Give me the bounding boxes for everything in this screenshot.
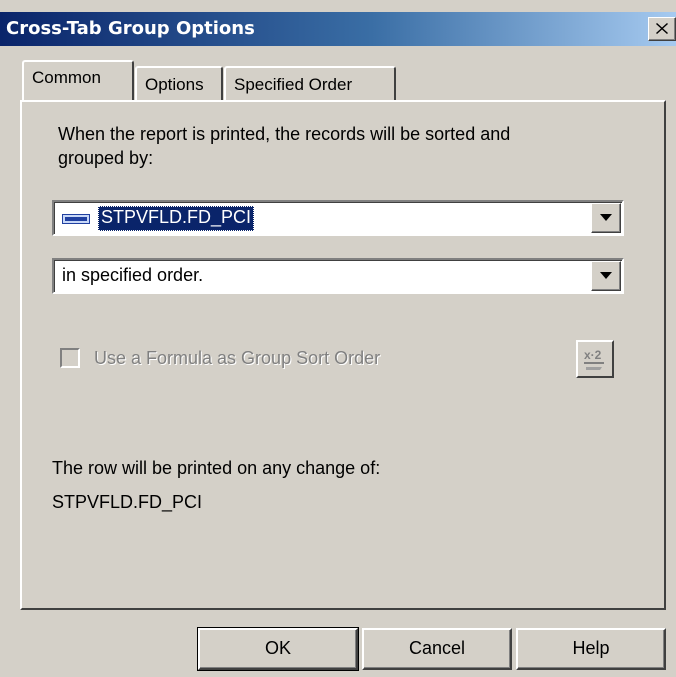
- title-bar[interactable]: Cross-Tab Group Options: [0, 12, 676, 46]
- sort-group-label-line1: When the report is printed, the records …: [58, 124, 511, 144]
- window-title: Cross-Tab Group Options: [6, 18, 255, 39]
- ok-button[interactable]: OK: [197, 627, 359, 671]
- group-field-dropdown-button[interactable]: [591, 203, 621, 233]
- svg-text:x·2: x·2: [584, 348, 602, 362]
- change-field-value: STPVFLD.FD_PCI: [52, 492, 203, 512]
- help-button[interactable]: Help: [516, 628, 666, 670]
- cancel-button[interactable]: Cancel: [362, 628, 512, 670]
- change-label: The row will be printed on any change of…: [52, 458, 381, 478]
- cross-tab-group-options-dialog: Cross-Tab Group Options Common Options S…: [0, 0, 676, 677]
- close-icon: [656, 23, 668, 34]
- tab-specified-order[interactable]: Specified Order: [224, 66, 396, 102]
- sort-order-dropdown-button[interactable]: [591, 261, 621, 291]
- close-button[interactable]: [648, 17, 676, 41]
- formula-sort-label: Use a Formula as Group Sort Order: [94, 348, 381, 368]
- sort-order-value: in specified order.: [62, 265, 204, 285]
- tab-panel-common: When the report is printed, the records …: [20, 100, 666, 610]
- chevron-down-icon: [600, 272, 612, 279]
- formula-editor-button[interactable]: x·2: [576, 340, 614, 378]
- formula-sort-checkbox[interactable]: [60, 348, 80, 368]
- group-field-select[interactable]: STPVFLD.FD_PCI: [52, 200, 624, 236]
- formula-x2-icon: x·2: [584, 348, 604, 370]
- sort-order-select[interactable]: in specified order.: [52, 258, 624, 294]
- tab-common[interactable]: Common: [22, 60, 134, 100]
- tab-options[interactable]: Options: [135, 66, 223, 102]
- chevron-down-icon: [600, 214, 612, 221]
- group-field-value: STPVFLD.FD_PCI: [98, 206, 255, 231]
- database-field-icon: [62, 214, 90, 224]
- sort-group-label-line2: grouped by:: [58, 148, 154, 168]
